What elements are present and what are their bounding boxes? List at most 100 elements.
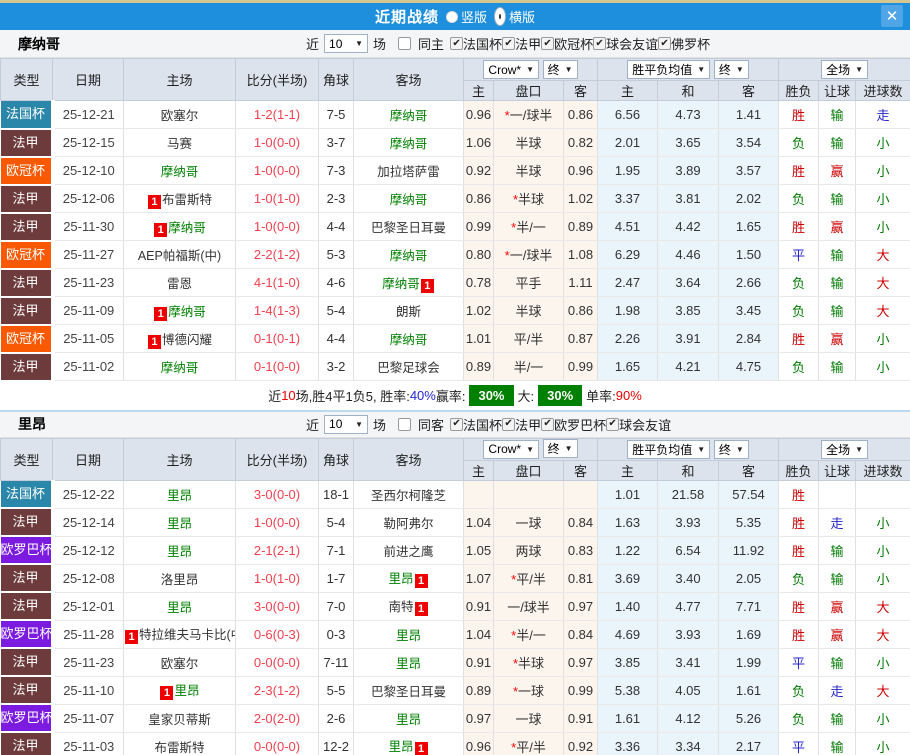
result-text: 平	[792, 655, 806, 671]
match-date: 25-11-23	[63, 654, 115, 670]
final-wdl-select[interactable]: 终 ▼	[713, 439, 749, 459]
home-team[interactable]: 布雷斯特	[154, 741, 204, 755]
competition-badge: 法甲	[0, 353, 49, 379]
away-team[interactable]: 勒阿弗尔	[383, 517, 433, 531]
odds-company-select[interactable]: Crow* ▼	[483, 60, 540, 80]
away-team[interactable]: 里昂	[388, 572, 413, 586]
home-team[interactable]: 摩纳哥	[168, 221, 206, 235]
radio-horizontal-layout[interactable]	[494, 7, 506, 26]
match-row: 法甲 25-11-02 1摩纳哥1 0-1(0-0) 3-2 1巴黎足球会1 0…	[0, 352, 910, 382]
league-checkbox[interactable]: ✔	[658, 37, 672, 50]
away-team[interactable]: 里昂	[388, 740, 413, 754]
away-team[interactable]: 圣西尔柯隆芝	[371, 489, 446, 503]
final-wdl-select[interactable]: 终 ▼	[713, 60, 749, 79]
home-team[interactable]: AEP帕福斯(中)	[138, 249, 221, 263]
away-odds-cell: 0.97	[563, 648, 598, 677]
home-odds: 0.86	[465, 191, 492, 206]
away-team-cell: 1巴黎足球会1	[353, 352, 464, 381]
away-team[interactable]: 摩纳哥	[390, 333, 428, 347]
away-team-cell: 1朗斯1	[353, 296, 464, 325]
away-team[interactable]: 摩纳哥	[390, 193, 428, 207]
score-cell: 1-4(1-3)	[235, 296, 319, 325]
home-team[interactable]: 里昂	[167, 545, 192, 559]
final-odds-select[interactable]: 终 ▼	[542, 59, 578, 79]
result-cell: 平	[778, 648, 820, 677]
away-odds: 0.83	[567, 542, 594, 558]
league-checkbox[interactable]: ✔	[502, 417, 516, 431]
match-count-select[interactable]: 10 ▼	[324, 414, 369, 434]
home-team[interactable]: 博德闪耀	[162, 333, 212, 347]
league-checkbox[interactable]: ✔	[502, 37, 516, 50]
home-team[interactable]: 雷恩	[167, 277, 192, 291]
home-team[interactable]: 里昂	[167, 601, 192, 615]
home-team[interactable]: 布雷斯特	[162, 193, 212, 207]
rank-1-badge: 1	[420, 278, 434, 293]
avg-win-odds: 2.47	[614, 275, 641, 290]
league-checkbox[interactable]: ✔	[450, 417, 464, 431]
home-team[interactable]: 特拉维夫马卡比(中)	[139, 628, 235, 642]
away-team[interactable]: 摩纳哥	[390, 249, 428, 263]
away-team[interactable]: 前进之鹰	[383, 545, 433, 559]
league-checkbox[interactable]: ✔	[450, 37, 464, 50]
handicap-result-cell	[818, 480, 857, 509]
home-odds: 1.05	[465, 542, 492, 558]
away-team[interactable]: 里昂	[396, 629, 421, 643]
radio-vertical-layout[interactable]	[445, 10, 458, 23]
fulltime-select[interactable]: 全场 ▼	[821, 60, 868, 79]
final-odds-select[interactable]: 终 ▼	[542, 439, 578, 459]
home-team[interactable]: 里昂	[174, 684, 199, 698]
goals-result-text: 大	[876, 683, 890, 699]
home-team[interactable]: 皇家贝蒂斯	[148, 713, 211, 727]
wdl-average-select[interactable]: 胜平负均值 ▼	[627, 60, 711, 79]
home-team[interactable]: 里昂	[167, 489, 192, 503]
league-checkbox[interactable]: ✔	[593, 37, 607, 50]
away-team[interactable]: 巴黎圣日耳曼	[371, 685, 446, 699]
games-label: 场	[373, 417, 387, 433]
away-odds: 0.86	[567, 107, 594, 122]
home-team[interactable]: 马赛	[167, 137, 192, 151]
fulltime-select[interactable]: 全场 ▼	[821, 439, 868, 459]
home-odds: 1.02	[465, 303, 492, 318]
away-team[interactable]: 南特	[388, 600, 413, 614]
away-team[interactable]: 朗斯	[396, 305, 421, 319]
league-filters: ✔ 法国杯 ✔ 法甲 ✔ 欧冠杯 ✔ 球会友谊 ✔ 佛罗杯	[450, 34, 710, 53]
same-venue-checkbox[interactable]	[398, 417, 412, 431]
away-team[interactable]: 里昂	[396, 713, 421, 727]
goals-result-cell: 大	[855, 268, 910, 297]
home-team[interactable]: 里昂	[167, 517, 192, 531]
home-team[interactable]: 摩纳哥	[161, 165, 199, 179]
away-team[interactable]: 摩纳哥	[390, 109, 428, 123]
away-team[interactable]: 巴黎足球会	[377, 361, 440, 375]
away-team-cell: 1勒阿弗尔1	[353, 508, 464, 537]
close-button[interactable]: ✕	[881, 5, 903, 27]
home-team[interactable]: 欧塞尔	[161, 109, 199, 123]
away-team[interactable]: 摩纳哥	[390, 137, 428, 151]
away-team[interactable]: 摩纳哥	[382, 277, 420, 291]
corner-cell: 12-2	[318, 732, 354, 755]
same-venue-checkbox[interactable]	[398, 37, 412, 50]
wdl-average-select[interactable]: 胜平负均值 ▼	[627, 439, 711, 459]
home-odds: 1.04	[465, 626, 492, 642]
league-checkbox[interactable]: ✔	[541, 417, 555, 431]
away-team[interactable]: 巴黎圣日耳曼	[371, 221, 446, 235]
away-team-cell: 1里昂1	[353, 620, 464, 649]
match-count-select[interactable]: 10 ▼	[324, 34, 369, 53]
rank-1-badge: 1	[414, 574, 428, 588]
goals-result-text: 小	[876, 332, 890, 347]
away-odds: 0.99	[567, 359, 594, 374]
handicap-result-text: 赢	[830, 164, 844, 179]
league-checkbox[interactable]: ✔	[541, 37, 555, 50]
away-team[interactable]: 里昂	[396, 657, 421, 671]
home-odds-cell: 1.07	[463, 564, 494, 593]
home-team[interactable]: 摩纳哥	[161, 361, 199, 375]
score-text: 1-0(0-0)	[253, 514, 301, 530]
competition-cell: 法甲	[0, 592, 55, 621]
home-team[interactable]: 摩纳哥	[168, 305, 206, 319]
home-team[interactable]: 洛里昂	[161, 573, 199, 587]
subcol-odds-home: 主	[463, 459, 494, 481]
home-team[interactable]: 欧塞尔	[161, 657, 199, 671]
date-cell: 25-11-02	[52, 352, 124, 381]
away-team[interactable]: 加拉塔萨雷	[377, 165, 440, 179]
league-checkbox[interactable]: ✔	[606, 417, 620, 431]
odds-company-select[interactable]: Crow* ▼	[483, 439, 540, 459]
